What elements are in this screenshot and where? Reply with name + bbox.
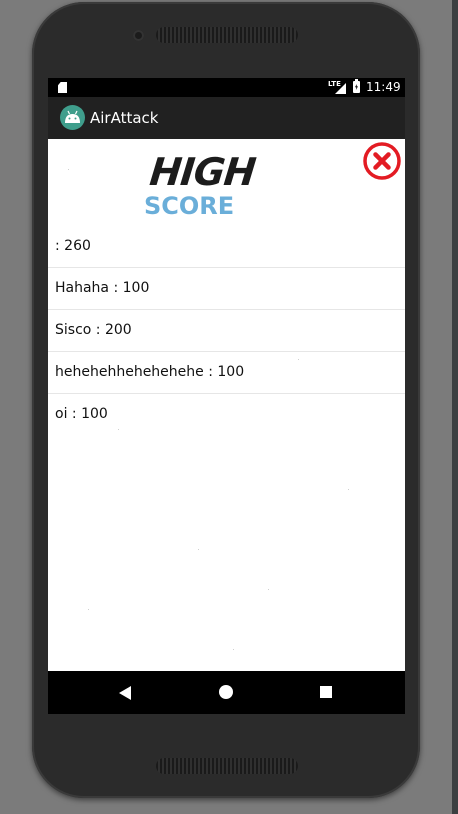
paper-speck bbox=[198, 549, 199, 550]
status-time: 11:49 bbox=[366, 80, 401, 94]
front-camera bbox=[133, 30, 144, 41]
highscore-content: HIGH SCORE : 260 Hahaha : 100 Sisco : 20… bbox=[48, 139, 405, 671]
app-title: AirAttack bbox=[90, 109, 159, 127]
top-speaker-grille bbox=[156, 27, 298, 43]
status-bar: LTE 11:49 bbox=[48, 78, 405, 97]
paper-speck bbox=[88, 609, 89, 610]
ide-side-strip bbox=[452, 0, 458, 814]
score-row[interactable]: : 260 bbox=[48, 226, 405, 268]
score-entry: : 260 bbox=[55, 238, 91, 254]
score-row[interactable]: Sisco : 200 bbox=[48, 310, 405, 352]
paper-speck bbox=[233, 649, 234, 650]
score-entry: Sisco : 200 bbox=[55, 322, 132, 338]
score-entry: Hahaha : 100 bbox=[55, 280, 150, 296]
home-icon[interactable] bbox=[219, 685, 233, 699]
high-score-logo-high: HIGH bbox=[147, 150, 258, 194]
score-list: : 260 Hahaha : 100 Sisco : 200 hehehehhe… bbox=[48, 226, 405, 436]
paper-speck bbox=[348, 489, 349, 490]
score-row[interactable]: hehehehhehehehehe : 100 bbox=[48, 352, 405, 394]
back-icon[interactable] bbox=[119, 686, 131, 700]
score-row[interactable]: Hahaha : 100 bbox=[48, 268, 405, 310]
close-button[interactable] bbox=[363, 142, 401, 180]
bottom-speaker-grille bbox=[156, 758, 298, 774]
navigation-bar bbox=[48, 671, 405, 714]
app-bar: AirAttack bbox=[48, 97, 405, 139]
device-screen: LTE 11:49 AirAttack HIGH SCORE: 260 Hah… bbox=[48, 78, 405, 714]
android-icon bbox=[60, 105, 85, 130]
lte-label: LTE bbox=[328, 80, 341, 88]
battery-charging-icon bbox=[353, 79, 360, 93]
close-icon bbox=[363, 142, 401, 180]
score-entry: oi : 100 bbox=[55, 406, 108, 422]
high-score-logo-score: SCORE bbox=[144, 192, 235, 220]
paper-speck bbox=[268, 589, 269, 590]
score-entry: hehehehhehehehehe : 100 bbox=[55, 364, 245, 380]
recents-icon[interactable] bbox=[320, 686, 332, 698]
score-row[interactable]: oi : 100 bbox=[48, 394, 405, 436]
paper-speck bbox=[68, 169, 69, 170]
sd-card-icon bbox=[58, 82, 67, 93]
